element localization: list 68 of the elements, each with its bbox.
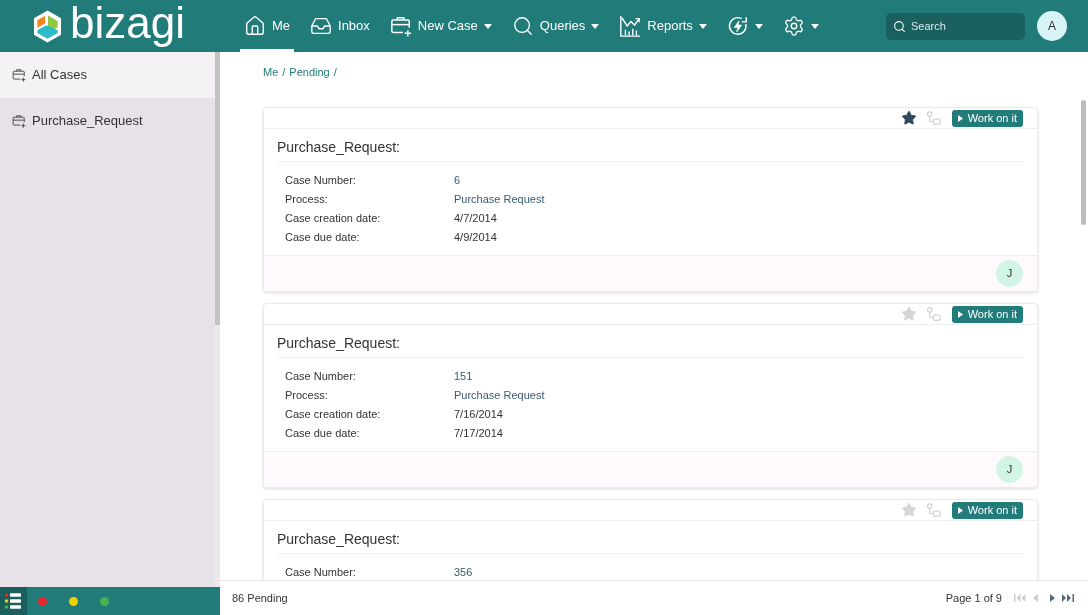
assignee-avatar[interactable]: J	[996, 260, 1023, 287]
inbox-icon	[310, 15, 333, 37]
field-value[interactable]: Purchase Request	[454, 389, 545, 402]
card-title: Purchase_Request:	[277, 531, 400, 548]
home-tab[interactable]: Me	[239, 0, 295, 52]
last-page-icon[interactable]	[1062, 594, 1074, 602]
status-dot-icon[interactable]	[38, 596, 47, 606]
work-on-it-button[interactable]: Work on it	[951, 305, 1023, 323]
field-label: Case creation date:	[284, 212, 382, 225]
briefcase-plus-icon	[389, 15, 412, 37]
assignee-avatar[interactable]: J	[996, 456, 1023, 483]
play-icon	[957, 310, 963, 318]
status-dot-icon[interactable]	[69, 596, 78, 606]
scrollbar-thumb[interactable]	[1081, 100, 1086, 225]
field-label: Process:	[284, 389, 329, 402]
scrollbar-thumb[interactable]	[215, 52, 220, 325]
field-label: Case Number:	[284, 174, 357, 187]
refresh-bolt-icon	[726, 15, 749, 37]
reports-menu[interactable]: Reports	[615, 0, 711, 52]
breadcrumb-link[interactable]: Pending	[289, 64, 330, 81]
field-label: Case due date:	[284, 231, 361, 244]
list-icon[interactable]	[0, 587, 27, 615]
search-icon	[893, 19, 906, 33]
field-label: Case Number:	[284, 370, 357, 383]
breadcrumb-separator: /	[282, 65, 286, 80]
field-value: 7/16/2014	[454, 408, 503, 421]
field-value[interactable]: 6	[454, 174, 461, 187]
search-icon	[511, 15, 534, 37]
page-indicator: Page 1 of 9	[945, 590, 1002, 606]
workflow-icon[interactable]	[925, 502, 941, 518]
user-avatar[interactable]: A	[1037, 11, 1067, 41]
inbox-tab[interactable]: Inbox	[306, 0, 374, 52]
work-on-it-button[interactable]: Work on it	[951, 501, 1023, 519]
new-case-menu[interactable]: New Case	[385, 0, 496, 52]
card-title: Purchase_Request:	[277, 335, 400, 352]
field-label: Case creation date:	[284, 408, 382, 421]
play-icon	[957, 114, 963, 122]
settings-icon	[782, 15, 805, 37]
field-value: 4/7/2014	[454, 212, 497, 225]
workflow-icon[interactable]	[925, 306, 941, 322]
pending-count: 86 Pending	[232, 590, 288, 606]
brand-name: bizagi	[70, 0, 185, 45]
chart-icon	[619, 15, 642, 37]
field-label: Case due date:	[284, 427, 361, 440]
breadcrumb-separator: /	[333, 65, 337, 80]
card-title: Purchase_Request:	[277, 139, 400, 156]
queries-menu[interactable]: Queries	[507, 0, 604, 52]
sidebar-item[interactable]: All Cases	[0, 52, 215, 98]
home-icon	[243, 15, 266, 37]
play-icon	[957, 506, 963, 514]
field-value: 7/17/2014	[454, 427, 503, 440]
field-value[interactable]: 151	[454, 370, 473, 383]
star-icon[interactable]	[900, 110, 917, 126]
field-value[interactable]: 356	[454, 566, 473, 579]
search-field[interactable]: Search	[886, 12, 1025, 40]
field-value[interactable]: Purchase Request	[454, 193, 545, 206]
workflow-icon[interactable]	[925, 110, 941, 126]
breadcrumb-link[interactable]: Me	[263, 64, 279, 81]
field-label: Process:	[284, 193, 329, 206]
briefcase-plus-icon	[12, 114, 26, 128]
field-label: Case Number:	[284, 566, 357, 579]
field-value: 4/9/2014	[454, 231, 497, 244]
logo-icon	[33, 9, 62, 43]
work-on-it-button[interactable]: Work on it	[951, 109, 1023, 127]
briefcase-plus-icon	[12, 68, 26, 82]
sidebar-item[interactable]: Purchase_Request	[0, 98, 215, 144]
next-page-icon[interactable]	[1050, 594, 1055, 602]
status-dot-icon[interactable]	[100, 596, 109, 606]
